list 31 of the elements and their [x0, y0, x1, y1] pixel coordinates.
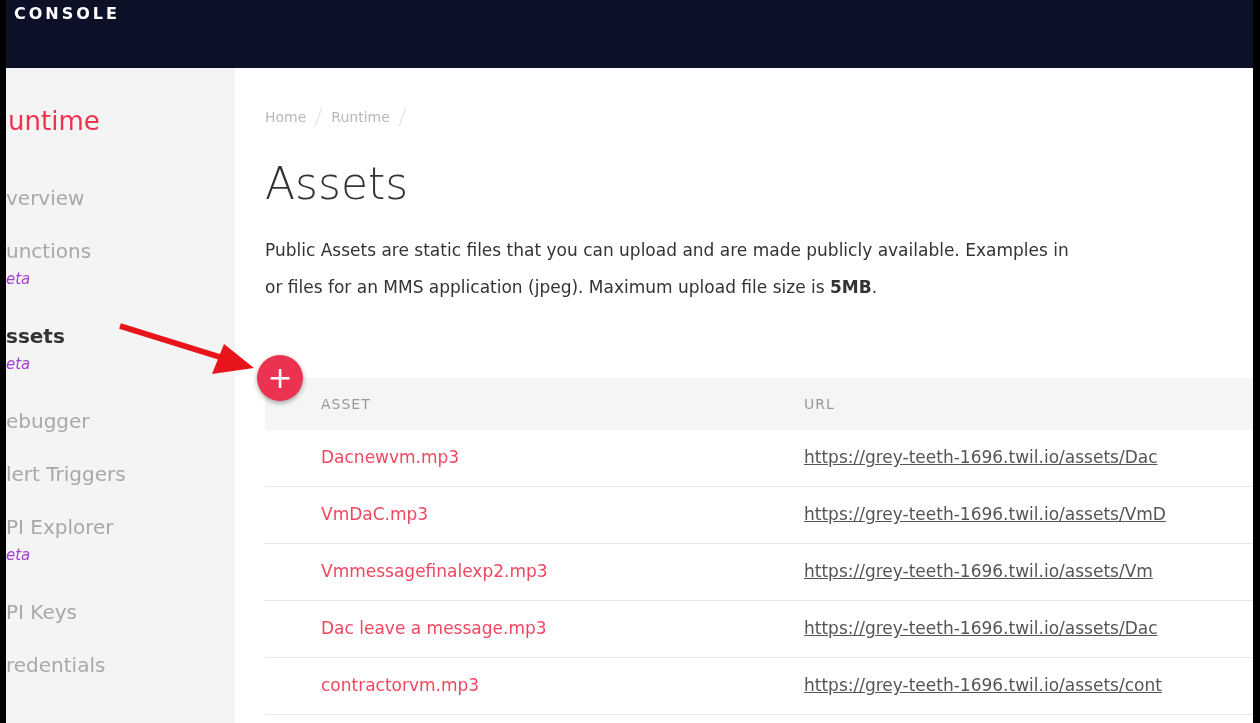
beta-label: eta: [6, 545, 31, 566]
asset-name-link[interactable]: contractorvm.mp3: [321, 675, 480, 696]
url-link[interactable]: https://grey-teeth-1696.twil.io/assets/cont: [804, 673, 1162, 699]
url-link[interactable]: https://grey-teeth-1696.twil.io/assets/Dac: [804, 616, 1158, 642]
asset-name-link[interactable]: VmDaC.mp3: [321, 504, 429, 525]
beta-label: eta: [6, 354, 31, 375]
sidebar-item[interactable]: PI Explorer: [6, 512, 114, 542]
sidebar-item[interactable]: ebugger: [6, 406, 90, 436]
sidebar-item[interactable]: ssets: [6, 321, 65, 351]
sidebar-item[interactable]: PI Keys: [6, 597, 77, 627]
column-header: URL: [804, 394, 835, 414]
asset-name-link[interactable]: Dac leave a message.mp3: [321, 618, 547, 639]
sidebar-item[interactable]: verview: [6, 183, 85, 213]
sidebar-title: untime: [7, 105, 101, 138]
description-text: Public Assets are static files that you can upload and are made publicly available. Examples in: [265, 239, 1070, 262]
breadcrumb-link[interactable]: Runtime: [331, 106, 390, 128]
add-button[interactable]: +: [257, 355, 303, 401]
description-text: or files for an MMS application (jpeg). Maximum upload file size is 5MB.: [265, 276, 879, 299]
asset-name-link[interactable]: Vmmessagefinalexp2.mp3: [321, 561, 548, 582]
asset-name-link[interactable]: Dacnewvm.mp3: [321, 447, 460, 468]
console-title: CONSOLE: [14, 4, 120, 24]
beta-label: eta: [6, 269, 31, 290]
url-link[interactable]: https://grey-teeth-1696.twil.io/assets/Dac: [804, 445, 1158, 471]
sidebar-item[interactable]: unctions: [6, 236, 92, 266]
column-header: ASSET: [320, 394, 372, 414]
breadcrumb-link[interactable]: Home: [265, 106, 307, 128]
sidebar-item[interactable]: lert Triggers: [6, 459, 126, 489]
page-title: Assets: [265, 158, 410, 210]
url-link[interactable]: https://grey-teeth-1696.twil.io/assets/VmD: [804, 502, 1166, 528]
url-link[interactable]: https://grey-teeth-1696.twil.io/assets/Vm: [804, 559, 1153, 585]
sidebar-item[interactable]: redentials: [6, 650, 106, 680]
